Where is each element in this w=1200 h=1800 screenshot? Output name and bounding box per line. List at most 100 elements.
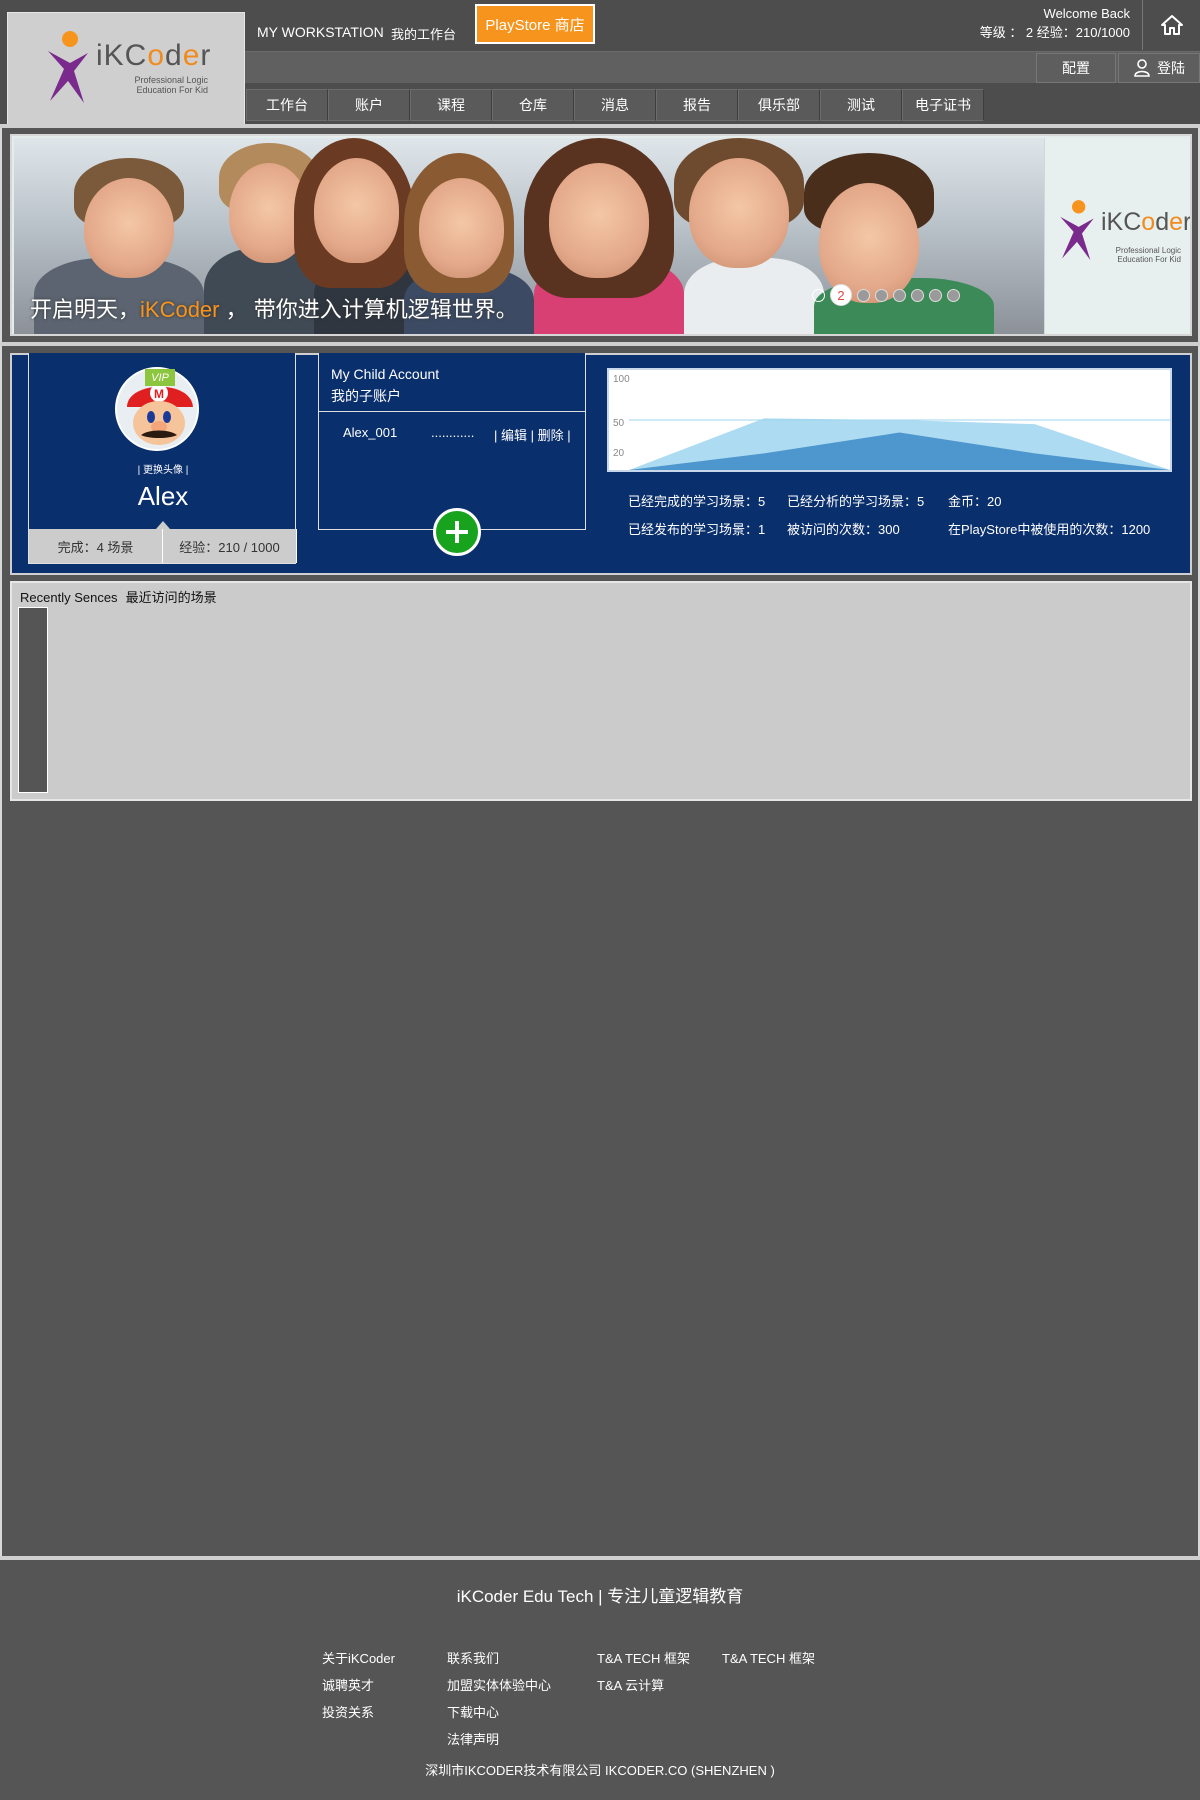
stat-published-scenes: 已经发布的学习场景：1 <box>628 522 766 537</box>
nav-item-account[interactable]: 账户 <box>328 89 410 121</box>
nav-item-workbench[interactable]: 工作台 <box>246 89 328 121</box>
stat-playstore-uses: 在PlayStore中被使用的次数：1200 <box>948 522 1151 537</box>
stat-analyzed-scenes: 已经分析的学习场景：5 <box>787 494 925 509</box>
child-account-card: My Child Account 我的子账户 Alex_001 ........… <box>318 353 586 530</box>
header-divider <box>0 124 1200 128</box>
profile-card: M VIP | 更换头像 | Alex 完成：4 场景 经验：210 / 100… <box>28 353 297 564</box>
login-label: 登陆 <box>1157 60 1185 76</box>
child-face <box>314 158 399 263</box>
level-experience: 等级 ： 2 经验：210/1000 <box>979 25 1130 40</box>
nav-item-club[interactable]: 俱乐部 <box>738 89 820 121</box>
home-button[interactable] <box>1142 0 1200 50</box>
profile-stats: 完成：4 场景 经验：210 / 1000 <box>29 529 297 563</box>
slide-dot[interactable] <box>911 288 924 302</box>
child-title-en: My Child Account <box>331 366 440 382</box>
footer-link[interactable]: T&A 云计算 <box>597 1672 690 1699</box>
child-face <box>689 158 789 268</box>
banner-divider <box>0 342 1200 346</box>
nav-item-tests[interactable]: 测试 <box>820 89 902 121</box>
nav-item-messages[interactable]: 消息 <box>574 89 656 121</box>
workstation-link-cn[interactable]: 我的工作台 <box>391 24 456 43</box>
footer-link[interactable]: 加盟实体体验中心 <box>447 1672 551 1699</box>
footer-copyright: 深圳市IKCODER技术有限公司 IKCODER.CO (SHENZHEN ) <box>425 1763 775 1778</box>
profile-name: Alex <box>137 481 189 511</box>
footer-link[interactable]: T&A TECH 框架 <box>597 1645 690 1672</box>
learning-chart: 100 50 20 <box>607 368 1172 472</box>
logo-wordmark: iKCoder <box>96 39 212 72</box>
y-tick-20: 20 <box>613 448 625 459</box>
footer-brand: iKCoder Edu Tech | 专注儿童逻辑教育 <box>456 1587 744 1606</box>
child-title-cn: 我的子账户 <box>331 388 401 404</box>
experience-points: 经验：210 / 1000 <box>163 529 297 563</box>
recent-scenes-panel <box>10 581 1192 801</box>
slide-dot-active[interactable]: 2 <box>830 284 852 306</box>
recent-scenes-title: Recently Sences 最近访问的场景 <box>20 587 217 606</box>
welcome-info: Welcome Back 等级 ： 2 经验：210/1000 <box>955 4 1130 42</box>
child-account-actions[interactable]: | 编辑 | 删除 | <box>494 425 571 444</box>
stats-notch <box>156 521 170 529</box>
page-edge-left <box>0 0 2 1800</box>
child-account-name: Alex_001 <box>343 425 398 440</box>
slide-dot[interactable] <box>929 288 942 302</box>
child-face <box>419 178 504 278</box>
footer-col-2: 联系我们 加盟实体体验中心 下载中心 法律声明 <box>447 1645 551 1753</box>
footer-col-4: T&A TECH 框架 <box>722 1645 815 1672</box>
footer-link[interactable]: 投资关系 <box>322 1699 395 1726</box>
site-logo[interactable]: iKCoder Professional Logic Education For … <box>7 12 245 125</box>
add-child-button[interactable] <box>433 508 481 556</box>
slide-dot[interactable] <box>893 288 906 302</box>
footer-link[interactable]: 关于iKCoder <box>322 1645 395 1672</box>
svg-text:M: M <box>154 387 164 401</box>
logo-tagline: Professional Logic Education For Kid <box>134 75 208 95</box>
slide-dot[interactable] <box>875 288 888 302</box>
playstore-button[interactable]: PlayStore 商店 <box>475 4 595 44</box>
footer-link[interactable]: 诚聘英才 <box>322 1672 395 1699</box>
banner-logo: iKCoder Professional Logic Education For … <box>1044 138 1190 334</box>
stat-visits: 被访问的次数：300 <box>787 522 900 537</box>
nav-item-courses[interactable]: 课程 <box>410 89 492 121</box>
child-face <box>549 163 649 278</box>
chart-svg <box>629 418 1170 470</box>
plus-icon <box>446 521 468 543</box>
nav-item-reports[interactable]: 报告 <box>656 89 738 121</box>
home-icon <box>1160 15 1183 35</box>
recent-title-en: Recently Sences <box>20 590 118 605</box>
footer-link[interactable]: 联系我们 <box>447 1645 551 1672</box>
login-button[interactable]: 登陆 <box>1118 53 1200 83</box>
footer-link[interactable]: T&A TECH 框架 <box>722 1645 815 1672</box>
welcome-text: Welcome Back <box>1043 6 1130 21</box>
footer-col-1: 关于iKCoder 诚聘英才 投资关系 <box>322 1645 395 1726</box>
recent-title-cn: 最近访问的场景 <box>125 590 217 605</box>
workstation-link-en[interactable]: MY WORKSTATION <box>257 24 384 40</box>
slide-dot[interactable] <box>812 288 825 302</box>
stat-completed-scenes: 已经完成的学习场景：5 <box>628 494 766 509</box>
footer-link[interactable]: 法律声明 <box>447 1726 551 1753</box>
child-face <box>84 178 174 278</box>
user-icon <box>1134 59 1150 77</box>
hero-banner[interactable]: 开启明天，iKCoder ， 带你进入计算机逻辑世界。 2 iKCoder Pr… <box>10 134 1192 336</box>
change-avatar-link[interactable]: | 更换头像 | <box>29 461 297 476</box>
y-tick-50: 50 <box>613 418 625 429</box>
main-nav: 工作台 账户 课程 仓库 消息 报告 俱乐部 测试 电子证书 <box>246 89 984 123</box>
logo-figure-icon <box>48 31 88 103</box>
nav-item-certificates[interactable]: 电子证书 <box>902 89 984 121</box>
footer-col-3: T&A TECH 框架 T&A 云计算 <box>597 1645 690 1699</box>
config-button[interactable]: 配置 <box>1036 53 1116 83</box>
banner-logo-tagline: Professional Logic Education For Kid <box>1115 246 1181 264</box>
slide-dot[interactable] <box>947 288 960 302</box>
slide-indicator: 2 <box>812 284 960 306</box>
child-shirt <box>684 258 824 334</box>
config-label: 配置 <box>1062 60 1090 76</box>
slide-dot[interactable] <box>857 288 870 302</box>
completed-scenes: 完成：4 场景 <box>29 529 163 563</box>
footer-link[interactable]: 下载中心 <box>447 1699 551 1726</box>
banner-slogan: 开启明天，iKCoder ， 带你进入计算机逻辑世界。 <box>30 297 518 322</box>
child-account-mask: ............ <box>431 425 475 440</box>
stat-coins: 金币：20 <box>948 494 1002 509</box>
recent-scene-item[interactable] <box>18 607 48 793</box>
banner-logo-wordmark: iKCoder <box>1101 208 1192 236</box>
vip-badge: VIP <box>145 369 175 386</box>
nav-item-repository[interactable]: 仓库 <box>492 89 574 121</box>
child-account-title: My Child Account 我的子账户 <box>331 363 439 407</box>
child-divider <box>319 411 585 412</box>
